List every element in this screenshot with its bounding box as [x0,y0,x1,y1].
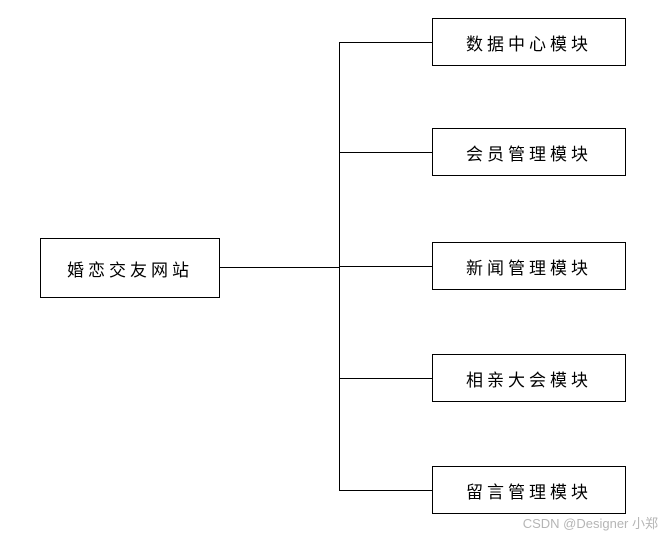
child-label: 留言管理模块 [466,478,592,503]
connector-branch-4 [339,378,432,379]
child-label: 数据中心模块 [466,30,592,55]
child-label: 新闻管理模块 [466,254,592,279]
child-node-1: 数据中心模块 [432,18,626,66]
watermark-text: CSDN @Designer 小郑 [523,513,658,532]
connector-branch-2 [339,152,432,153]
child-node-4: 相亲大会模块 [432,354,626,402]
connector-main [220,267,340,268]
root-label: 婚恋交友网站 [67,256,193,281]
child-label: 会员管理模块 [466,140,592,165]
connector-branch-1 [339,42,432,43]
child-node-2: 会员管理模块 [432,128,626,176]
child-label: 相亲大会模块 [466,366,592,391]
child-node-5: 留言管理模块 [432,466,626,514]
hierarchy-diagram: 婚恋交友网站 数据中心模块 会员管理模块 新闻管理模块 相亲大会模块 留言管理模… [0,0,670,540]
child-node-3: 新闻管理模块 [432,242,626,290]
connector-branch-5 [339,490,432,491]
connector-branch-3 [339,266,432,267]
root-node: 婚恋交友网站 [40,238,220,298]
